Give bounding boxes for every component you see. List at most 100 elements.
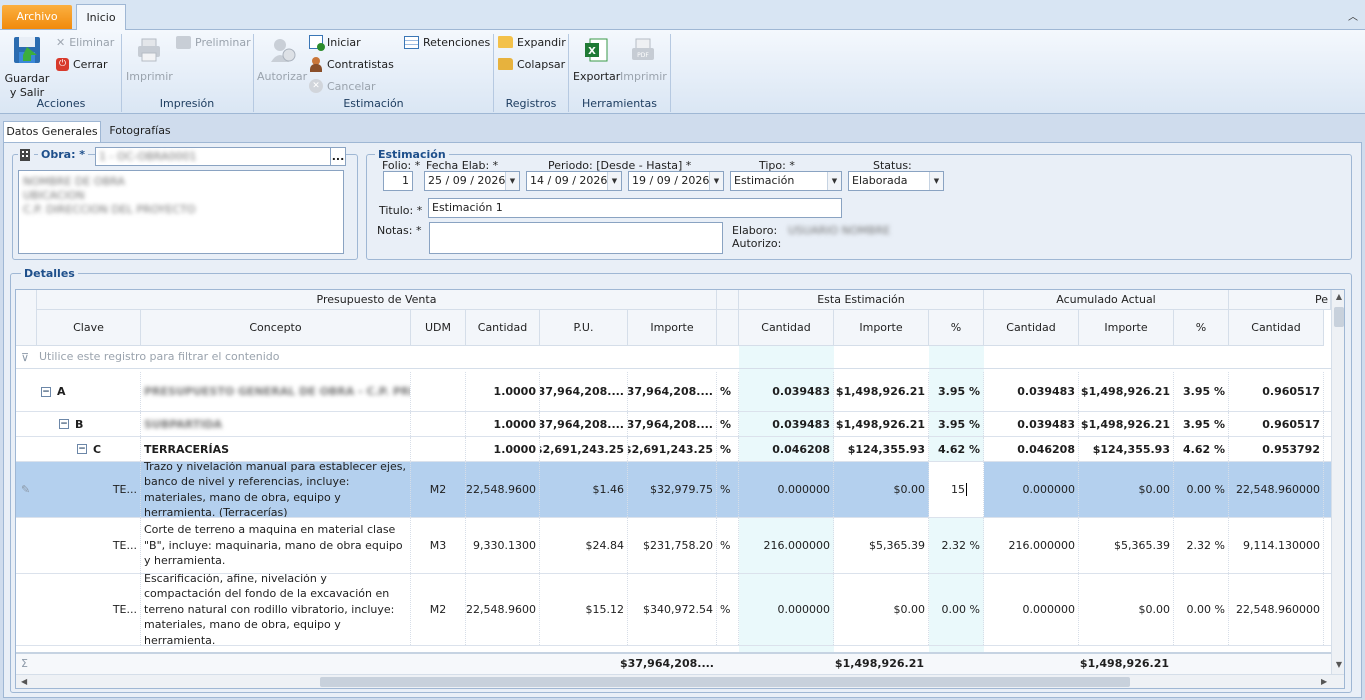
fecha-elab-input[interactable]: 25 / 09 / 2026 ▼ bbox=[424, 171, 520, 191]
retenciones-button[interactable]: Retenciones bbox=[404, 32, 490, 52]
colapsar-button[interactable]: Colapsar bbox=[498, 54, 565, 74]
chevron-down-icon[interactable]: ▼ bbox=[505, 172, 519, 190]
tipo-select[interactable]: Estimación ▼ bbox=[730, 171, 842, 191]
cell-pu: $2,691,243.25 bbox=[540, 437, 628, 461]
cell-a-pct-text: 3.95 % bbox=[1183, 385, 1225, 398]
cerrar-button[interactable]: ⏻ Cerrar bbox=[56, 54, 108, 74]
cell-pu: $37,964,208.... bbox=[540, 412, 628, 436]
cell-e-pct[interactable]: 4.62 % bbox=[929, 437, 984, 461]
scroll-down-icon[interactable]: ▼ bbox=[1332, 660, 1344, 669]
filter-row[interactable]: ⊽ Utilice este registro para filtrar el … bbox=[16, 346, 1331, 369]
cell-e-cant[interactable]: 0.039483 bbox=[739, 372, 834, 411]
group-row[interactable]: −APRESUPUESTO GENERAL DE OBRA - C.P. PRI… bbox=[16, 372, 1331, 412]
exportar-button[interactable]: X Exportar bbox=[573, 36, 620, 84]
column-header-a-cant[interactable]: Cantidad bbox=[984, 310, 1079, 346]
preliminar-button[interactable]: Preliminar bbox=[176, 32, 251, 52]
scroll-up-icon[interactable]: ▲ bbox=[1332, 292, 1344, 301]
collapse-node-icon[interactable]: − bbox=[59, 419, 69, 429]
cell-e-imp: $0.00 bbox=[834, 574, 929, 645]
cancelar-button[interactable]: ✕ Cancelar bbox=[309, 76, 376, 96]
table-row[interactable]: TE... Escarificación, afine, nivelación y… bbox=[16, 574, 1331, 646]
contratistas-button[interactable]: Contratistas bbox=[309, 54, 394, 74]
horizontal-scroll-thumb[interactable] bbox=[320, 677, 1130, 687]
column-header-e-cant[interactable]: Cantidad bbox=[739, 310, 834, 346]
cell-udm: M3 bbox=[411, 518, 466, 573]
group-row[interactable]: − C TERRACERÍAS 1.0000 $2,691,243.25 $2,691,2… bbox=[16, 437, 1331, 462]
iniciar-button[interactable]: Iniciar bbox=[309, 32, 361, 52]
autorizo-label: Autorizo: bbox=[732, 237, 782, 250]
cell-e-cant[interactable]: 0.000000 bbox=[739, 574, 834, 645]
obra-input[interactable]: 1 - OC-OBRA0001 bbox=[95, 147, 331, 166]
obra-detail-line: UBICACION bbox=[23, 189, 85, 202]
folio-input[interactable]: 1 bbox=[383, 171, 413, 191]
cell-e-pct-editor[interactable]: 15 bbox=[929, 462, 984, 517]
expandir-button[interactable]: Expandir bbox=[498, 32, 566, 52]
group-divider bbox=[670, 34, 671, 112]
collapse-node-icon[interactable]: − bbox=[41, 386, 51, 397]
cell-e-cant[interactable]: 0.000000 bbox=[739, 462, 834, 517]
column-header-p-cant[interactable]: Cantidad bbox=[1229, 310, 1324, 346]
cell-cantidad-text: 22,548.9600 bbox=[466, 603, 536, 616]
autorizar-button[interactable]: Autorizar bbox=[257, 36, 307, 84]
column-header-concepto[interactable]: Concepto bbox=[141, 310, 411, 346]
status-select[interactable]: Elaborada ▼ bbox=[848, 171, 944, 191]
periodo-desde-input[interactable]: 14 / 09 / 2026 ▼ bbox=[526, 171, 622, 191]
collapse-node-icon[interactable]: − bbox=[77, 444, 87, 454]
eliminar-button[interactable]: ✕ Eliminar bbox=[56, 32, 114, 52]
column-header-cantidad[interactable]: Cantidad bbox=[466, 310, 540, 346]
chevron-down-icon[interactable]: ▼ bbox=[827, 172, 841, 190]
cell-e-cant[interactable]: 0.046208 bbox=[739, 437, 834, 461]
obra-browse-button[interactable]: ... bbox=[330, 147, 346, 166]
imprimir-button[interactable]: Imprimir bbox=[126, 36, 173, 84]
column-header-importe[interactable]: Importe bbox=[628, 310, 717, 346]
table-row[interactable]: TE... Corte de terreno a maquina en mater… bbox=[16, 518, 1331, 574]
vertical-scrollbar[interactable]: ▲ ▼ bbox=[1331, 290, 1344, 675]
column-header-a-imp[interactable]: Importe bbox=[1079, 310, 1174, 346]
guardar-y-salir-button[interactable]: Guardar y Salir bbox=[4, 34, 50, 100]
tab-fotografias[interactable]: Fotografías bbox=[104, 121, 176, 142]
cell-e-cant[interactable]: 216.000000 bbox=[739, 518, 834, 573]
column-header-e-pct[interactable]: % bbox=[929, 310, 984, 346]
cell-e-pct[interactable]: 2.32 % bbox=[929, 518, 984, 573]
cell-e-imp: $124,355.93 bbox=[834, 437, 929, 461]
group-label-herramientas: Herramientas bbox=[582, 97, 657, 110]
cell-cantidad-text: 1.0000 bbox=[493, 442, 536, 456]
ribbon-collapse-icon[interactable]: ︿ bbox=[1348, 8, 1358, 23]
cerrar-label: Cerrar bbox=[73, 57, 108, 71]
cell-pct-sym: % bbox=[717, 437, 739, 461]
periodo-hasta-input[interactable]: 19 / 09 / 2026 ▼ bbox=[628, 171, 724, 191]
cell-a-cant-text: 216.000000 bbox=[1008, 539, 1075, 552]
group-row[interactable]: −BSUBPARTIDA1.0000$37,964,208....$37,964… bbox=[16, 412, 1331, 437]
cell-e-pct[interactable]: 0.00 % bbox=[929, 574, 984, 645]
table-row[interactable]: ✎ TE... Trazo y nivelación manual para est… bbox=[16, 462, 1331, 518]
cell-e-pct-text: 0.00 % bbox=[941, 603, 980, 616]
column-header-a-pct[interactable]: % bbox=[1174, 310, 1229, 346]
cell-e-cant[interactable]: 0.039483 bbox=[739, 412, 834, 436]
column-header-pu[interactable]: P.U. bbox=[540, 310, 628, 346]
cell-udm-text: M2 bbox=[429, 483, 447, 496]
printer-icon bbox=[138, 38, 160, 62]
column-header-udm[interactable]: UDM bbox=[411, 310, 466, 346]
notas-textarea[interactable] bbox=[429, 222, 723, 254]
horizontal-scrollbar[interactable]: ◀ ▶ bbox=[16, 674, 1344, 688]
cell-e-pct[interactable]: 3.95 % bbox=[929, 412, 984, 436]
vertical-scroll-thumb[interactable] bbox=[1334, 307, 1344, 327]
tab-archivo[interactable]: Archivo bbox=[2, 5, 72, 29]
tab-inicio[interactable]: Inicio bbox=[76, 4, 126, 31]
delete-icon: ✕ bbox=[56, 35, 66, 49]
column-header-e-imp[interactable]: Importe bbox=[834, 310, 929, 346]
detalles-grid[interactable]: Presupuesto de Venta Esta Estimación Acu… bbox=[15, 289, 1345, 689]
chevron-down-icon[interactable]: ▼ bbox=[607, 172, 621, 190]
titulo-input[interactable]: Estimación 1 bbox=[428, 198, 842, 218]
cell-e-pct[interactable]: 3.95 % bbox=[929, 372, 984, 411]
column-header-clave[interactable]: Clave bbox=[37, 310, 141, 346]
chevron-down-icon[interactable]: ▼ bbox=[929, 172, 943, 190]
scroll-left-icon[interactable]: ◀ bbox=[21, 677, 27, 686]
imprimir-pdf-button[interactable]: PDF Imprimir bbox=[620, 36, 667, 84]
cell-clave-text: TE... bbox=[112, 603, 137, 616]
cell-p-cant: 0.953792 bbox=[1229, 437, 1324, 461]
scroll-right-icon[interactable]: ▶ bbox=[1321, 677, 1327, 686]
print-preview-icon bbox=[176, 35, 191, 49]
tab-datos-generales[interactable]: Datos Generales bbox=[3, 121, 101, 143]
chevron-down-icon[interactable]: ▼ bbox=[709, 172, 723, 190]
